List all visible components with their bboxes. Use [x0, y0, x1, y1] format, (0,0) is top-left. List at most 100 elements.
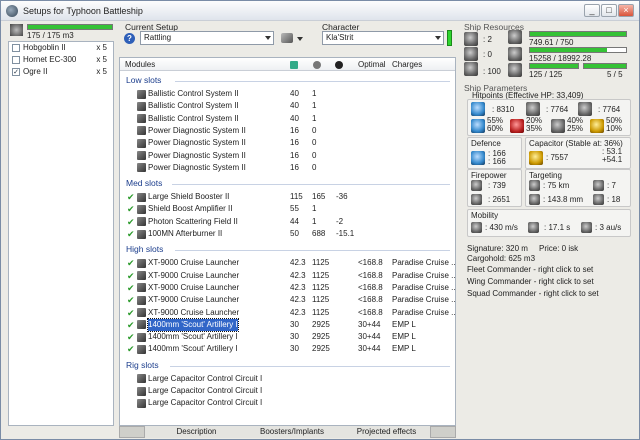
slot-section-title: Low slots: [126, 75, 162, 85]
fleet-commander[interactable]: Fleet Commander - right click to set: [467, 265, 593, 274]
low-slot-row[interactable]: Power Diagnostic System II 16 0: [120, 137, 455, 149]
high-slot-row[interactable]: ✔ XT-9000 Cruise Launcher 42.3 1125 <168.8 Pa…: [120, 282, 455, 294]
setup-select[interactable]: Rattling: [140, 31, 274, 45]
rig-slot-row[interactable]: Large Capacitor Control Circuit I: [120, 397, 455, 409]
online-check-icon[interactable]: ✔: [127, 343, 135, 355]
med-slot-row[interactable]: ✔ Shield Boost Amplifier II 55 1: [120, 203, 455, 215]
online-check-icon[interactable]: ✔: [127, 319, 135, 331]
help-icon[interactable]: ?: [124, 33, 135, 44]
close-button[interactable]: ×: [618, 4, 634, 17]
high-slot-row[interactable]: ✔ 1400mm 'Scout' Artillery I 30 2925 30+44 EM…: [120, 317, 455, 332]
optimal-column-header[interactable]: Optimal: [358, 58, 386, 71]
module-name: Large Capacitor Control Circuit I: [148, 398, 263, 408]
section-divider: [175, 81, 450, 82]
online-check-icon[interactable]: ✔: [127, 216, 135, 228]
high-slot-row[interactable]: ✔ XT-9000 Cruise Launcher 42.3 1125 <168.8 Pa…: [120, 294, 455, 306]
high-slot-row[interactable]: ✔ 1400mm 'Scout' Artillery I 30 2925 30+44 EM…: [120, 331, 455, 343]
low-slot-row[interactable]: Power Diagnostic System II 16 0: [120, 162, 455, 174]
drone-item[interactable]: Hobgoblin II x 5: [9, 42, 113, 54]
align-time: : 17.1 s: [544, 223, 571, 232]
setup-window: Setups for Typhoon Battleship _ □ × 175 …: [0, 0, 640, 440]
drone-checkbox[interactable]: [12, 56, 20, 64]
low-slot-row[interactable]: Ballistic Control System II 40 1: [120, 100, 455, 112]
module-charges: EMP L: [392, 319, 416, 329]
online-check-icon[interactable]: ✔: [127, 270, 135, 282]
maximize-button[interactable]: □: [601, 4, 617, 17]
drone-name: Hobgoblin II: [23, 43, 66, 52]
powergrid-column-icon[interactable]: [313, 61, 321, 69]
online-check-icon[interactable]: ✔: [127, 331, 135, 343]
tab-projected-effects[interactable]: Projected effects: [344, 426, 429, 438]
online-check-icon[interactable]: ✔: [127, 294, 135, 306]
online-check-icon[interactable]: ✔: [127, 228, 135, 240]
wrench-icon: [281, 33, 293, 43]
cpu-column-icon[interactable]: [290, 61, 298, 69]
tab-scroll-left[interactable]: [119, 426, 145, 438]
module-cpu: 42.3: [290, 295, 306, 305]
setup-tools-button[interactable]: [279, 31, 305, 45]
drone-checkbox[interactable]: ✓: [12, 68, 20, 76]
high-slot-row[interactable]: ✔ XT-9000 Cruise Launcher 42.3 1125 <168.8 Pa…: [120, 257, 455, 269]
drone-checkbox[interactable]: [12, 44, 20, 52]
slot-section-title: Med slots: [126, 178, 163, 189]
drone-item[interactable]: ✓ Ogre II x 5: [9, 66, 113, 78]
charges-column-header[interactable]: Charges: [392, 58, 422, 71]
module-powergrid: 1125: [312, 307, 330, 317]
module-name: XT-9000 Cruise Launcher: [148, 295, 240, 305]
dps-icon: [471, 194, 482, 205]
rig-slot-row[interactable]: Large Capacitor Control Circuit I: [120, 385, 455, 397]
online-check-icon[interactable]: ✔: [127, 257, 135, 269]
module-capacitor: -2: [336, 216, 344, 226]
module-powergrid: 0: [312, 162, 317, 172]
minimize-button[interactable]: _: [584, 4, 600, 17]
tab-description[interactable]: Description: [159, 426, 234, 438]
module-icon: [137, 126, 146, 136]
tab-boosters-implants[interactable]: Boosters/Implants: [247, 426, 337, 438]
module-powergrid: 1: [312, 216, 317, 226]
module-cpu: 42.3: [290, 307, 306, 317]
online-check-icon[interactable]: ✔: [127, 203, 135, 215]
module-charges: Paradise Cruise ...: [392, 295, 456, 305]
med-slot-row[interactable]: ✔ 100MN Afterburner II 50 688 -15.1: [120, 228, 455, 240]
high-slot-row[interactable]: ✔ XT-9000 Cruise Launcher 42.3 1125 <168.8 Pa…: [120, 307, 455, 319]
powergrid-bar: [529, 47, 627, 53]
drone-list: Hobgoblin II x 5 Hornet EC-300 x 5 ✓ Ogre II x…: [8, 41, 114, 426]
low-slot-row[interactable]: Ballistic Control System II 40 1: [120, 88, 455, 100]
module-name: XT-9000 Cruise Launcher: [148, 258, 240, 268]
low-slot-row[interactable]: Power Diagnostic System II 16 0: [120, 125, 455, 137]
rig-slot-row[interactable]: Large Capacitor Control Circuit I: [120, 373, 455, 385]
drone-bay-usage: 125 / 125: [529, 70, 563, 79]
explosive-resist: 50% 10%: [606, 116, 623, 133]
title-bar: Setups for Typhoon Battleship _ □ ×: [1, 1, 639, 21]
low-slot-row[interactable]: Ballistic Control System II 40 1: [120, 113, 455, 125]
drone-quantity: x 5: [96, 55, 107, 64]
module-icon: [137, 192, 146, 202]
armor-icon: [526, 102, 540, 116]
modules-column-header[interactable]: Modules: [125, 58, 155, 71]
module-icon: [137, 114, 146, 124]
squad-commander[interactable]: Squad Commander - right click to set: [467, 289, 599, 298]
module-icon: [137, 374, 146, 384]
module-table-header: Modules Optimal Charges: [120, 58, 455, 71]
online-check-icon[interactable]: ✔: [127, 191, 135, 203]
low-slot-row[interactable]: Power Diagnostic System II 16 0: [120, 150, 455, 162]
tab-scroll-right[interactable]: [430, 426, 456, 438]
hitpoints-group: : 8310 : 7764 : 7764 55% 60% 20% 35% 40%…: [467, 99, 631, 136]
wing-commander[interactable]: Wing Commander - right click to set: [467, 277, 594, 286]
online-check-icon[interactable]: ✔: [127, 307, 135, 319]
high-slot-row[interactable]: ✔ XT-9000 Cruise Launcher 42.3 1125 <168.8 Pa…: [120, 270, 455, 282]
high-slot-row[interactable]: ✔ 1400mm 'Scout' Artillery I 30 2925 30+44 EM…: [120, 343, 455, 355]
character-status-indicator: [447, 30, 452, 46]
drone-name: Hornet EC-300: [23, 55, 77, 64]
med-slot-row[interactable]: ✔ Large Shield Booster II 115 165 -36: [120, 191, 455, 203]
chevron-down-icon: [265, 36, 271, 40]
capacitor-column-icon[interactable]: [335, 61, 343, 69]
character-select[interactable]: Kla'Strit: [322, 31, 444, 45]
med-slot-row[interactable]: ✔ Photon Scattering Field II 44 1 -2: [120, 216, 455, 228]
hull-hp: : 7764: [598, 105, 621, 114]
drone-item[interactable]: Hornet EC-300 x 5: [9, 54, 113, 66]
online-check-icon[interactable]: ✔: [127, 282, 135, 294]
module-cpu: 16: [290, 162, 299, 172]
module-icon: [137, 258, 146, 268]
module-cpu: 42.3: [290, 282, 306, 292]
